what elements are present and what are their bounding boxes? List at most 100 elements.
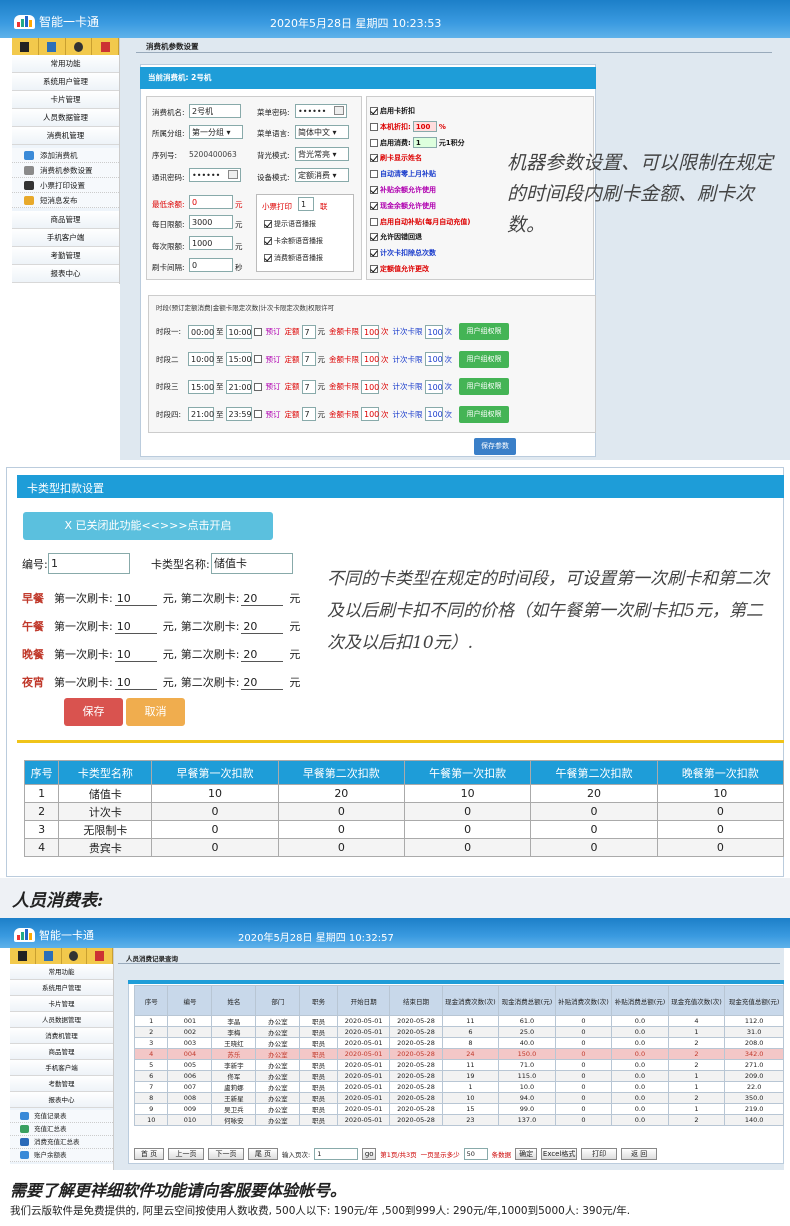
sidebar-item[interactable]: 卡片管理 [12,91,119,109]
sidebar-subitem[interactable]: 小票打印设置 [12,178,119,193]
table-row[interactable]: 3 无限制卡 0 0 0 0 0 [23,820,785,839]
second-swipe-input[interactable]: 20 [241,591,284,606]
card-no-input[interactable]: 1 [48,553,130,574]
start-time-input[interactable]: 15:00 [188,379,214,394]
book-checkbox[interactable] [253,327,262,336]
option-checkbox[interactable]: 现金余额允许使用 [370,199,470,215]
first-swipe-input[interactable]: 10 [114,675,157,690]
money-card-limit-input[interactable]: 100 [361,352,379,367]
save-button[interactable]: 保存 [64,698,123,726]
table-row[interactable]: 10 010 何咏安 办公室 职员 2020-05-01 2020-05-28 23 137.0… [133,1114,784,1126]
tab-icon-stats[interactable] [39,38,66,55]
sidebar-item[interactable]: 常用功能 [10,964,113,980]
pager-first-button[interactable]: 首 页 [134,1148,164,1160]
option-checkbox[interactable]: 允许因错回退 [370,230,470,246]
tab-icon-briefcase[interactable] [87,948,113,964]
checkbox[interactable] [370,170,378,179]
cancel-button[interactable]: 取消 [126,698,185,726]
sidebar-item[interactable]: 考勤管理 [10,1076,113,1092]
sidebar-item[interactable]: 报表中心 [12,265,119,283]
sidebar-item[interactable]: 商品管理 [10,1044,113,1060]
first-swipe-input[interactable]: 10 [114,619,157,634]
money-card-limit-input[interactable]: 100 [361,407,379,422]
keyboard-icon[interactable] [334,106,344,115]
count-card-limit-input[interactable]: 100 [424,407,443,422]
sidebar-item[interactable]: 人员数据管理 [12,109,119,127]
table-row[interactable]: 1 储值卡 10 20 10 20 10 [23,784,785,803]
device-mode-select[interactable]: 定额消费 ▾ [295,168,349,182]
pager-confirm-button[interactable]: 确定 [515,1148,538,1160]
table-row[interactable]: 8 008 王新星 办公室 职员 2020-05-01 2020-05-28 10 94.0 0 0… [133,1092,784,1104]
fixed-amount-input[interactable]: 7 [301,324,316,339]
end-time-input[interactable]: 10:00 [225,324,252,339]
end-time-input[interactable]: 21:00 [225,379,252,394]
pager-last-button[interactable]: 尾 页 [248,1148,278,1160]
voice-option[interactable]: 消费额语音播报 [264,253,323,270]
table-row[interactable]: 7 007 盧莉娜 办公室 职员 2020-05-01 2020-05-28 1 10.0 0 0.… [133,1081,784,1093]
sidebar-item[interactable]: 商品管理 [12,211,119,229]
checkbox[interactable] [370,107,378,115]
first-swipe-input[interactable]: 10 [114,591,157,606]
option-checkbox[interactable]: 启用消费: 1 元1积分 [370,136,470,152]
sidebar-item[interactable]: 报表中心 [10,1092,113,1108]
money-card-limit-input[interactable]: 100 [361,379,379,394]
sidebar-item[interactable]: 消费机管理 [12,127,119,145]
table-row[interactable]: 1 001 李晶 办公室 职员 2020-05-01 2020-05-28 11 61.0 0 0.… [133,1015,784,1027]
save-params-button[interactable]: 保存参数 [474,438,516,455]
tab-icon-books[interactable] [12,38,39,55]
receipt-copies-input[interactable]: 1 [298,197,314,211]
pager-go-button[interactable]: go [362,1148,377,1160]
user-group-permission-button[interactable]: 用户组权限 [459,350,509,368]
backlight-select[interactable]: 背光常亮 ▾ [295,147,349,161]
pager-next-button[interactable]: 下一页 [208,1148,244,1160]
enable-feature-button[interactable]: X 已关闭此功能<<>>>点击开启 [23,512,273,540]
pager-prev-button[interactable]: 上一页 [168,1148,204,1160]
pager-back-button[interactable]: 返 回 [621,1148,658,1160]
pager-size-value-input[interactable]: 50 [463,1148,488,1160]
checkbox[interactable] [370,138,378,147]
group-select[interactable]: 第一分组 ▾ [189,125,243,139]
sidebar-item[interactable]: 考勤管理 [12,247,119,265]
checkbox[interactable] [264,237,272,245]
machine-name-input[interactable]: 2号机 [189,104,241,118]
user-group-permission-button[interactable]: 用户组权限 [459,378,509,396]
sidebar-subitem[interactable]: 短消息发布 [12,193,119,208]
pager-goto-value-input[interactable]: 1 [314,1148,359,1160]
sidebar-subitem[interactable]: 充值汇总表 [10,1123,113,1136]
option-checkbox[interactable]: 补贴余额允许使用 [370,183,470,199]
pager-print-button[interactable]: 打印 [581,1148,618,1160]
fixed-amount-input[interactable]: 7 [301,407,316,422]
checkbox[interactable] [370,154,378,163]
table-row[interactable]: 5 005 李新宇 办公室 职员 2020-05-01 2020-05-28 11 71.0 0 0… [133,1059,784,1071]
sidebar-subitem[interactable]: 添加消费机 [12,148,119,163]
interval-input[interactable]: 0 [189,258,233,272]
checkbox[interactable] [264,220,272,228]
sidebar-item[interactable]: 手机客户端 [12,229,119,247]
count-card-limit-input[interactable]: 100 [424,379,443,394]
tab-icon-briefcase[interactable] [92,38,119,55]
fixed-amount-input[interactable]: 7 [301,379,316,394]
app-logo[interactable]: 智能一卡通 [14,927,94,943]
sidebar-subitem[interactable]: 消费充值汇总表 [10,1136,113,1149]
option-checkbox[interactable]: 计次卡扣除总次数 [370,246,470,262]
table-row[interactable]: 2 计次卡 0 0 0 0 0 [23,802,785,821]
checkbox[interactable] [370,217,378,226]
option-value-input[interactable]: 1 [412,137,437,149]
first-swipe-input[interactable]: 10 [114,647,157,662]
option-value-input[interactable]: 100 [412,121,437,133]
checkbox[interactable] [370,185,378,194]
count-card-limit-input[interactable]: 100 [424,352,443,367]
per-limit-input[interactable]: 1000 [189,236,233,250]
table-row[interactable]: 4 贵宾卡 0 0 0 0 0 [23,838,785,857]
tab-icon-layers[interactable] [66,38,93,55]
second-swipe-input[interactable]: 20 [241,619,284,634]
table-row[interactable]: 9 009 吴卫兵 办公室 职员 2020-05-01 2020-05-28 15 99.0 0 0… [133,1103,784,1115]
voice-option[interactable]: 卡余额语音播报 [264,236,323,253]
checkbox[interactable] [370,233,378,242]
table-row[interactable]: 2 002 李梅 办公室 职员 2020-05-01 2020-05-28 6 25.0 0 0.0… [133,1026,784,1038]
money-card-limit-input[interactable]: 100 [361,324,379,339]
end-time-input[interactable]: 15:00 [225,352,252,367]
app-logo[interactable]: 智能一卡通 [14,13,99,30]
fixed-amount-input[interactable]: 7 [301,352,316,367]
book-checkbox[interactable] [253,355,262,364]
